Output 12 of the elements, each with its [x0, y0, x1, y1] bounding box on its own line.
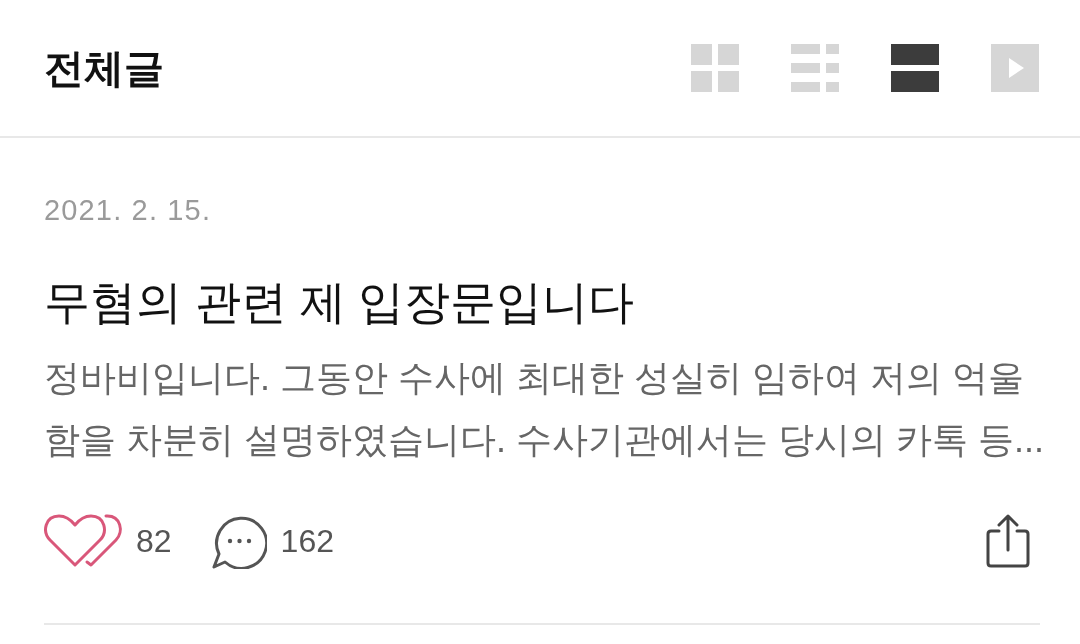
comment-button[interactable]: 162 [211, 513, 334, 569]
post-title[interactable]: 무혐의 관련 제 입장문입니다 [44, 279, 635, 325]
post-date: 2021. 2. 15. [44, 196, 212, 225]
grid-view-icon[interactable] [691, 44, 739, 92]
list-view-icon[interactable] [791, 44, 839, 92]
double-heart-icon [44, 513, 124, 569]
like-button[interactable]: 82 [44, 513, 172, 569]
page-title: 전체글 [44, 48, 164, 88]
share-icon[interactable] [986, 514, 1030, 568]
play-icon[interactable] [991, 44, 1039, 92]
post-excerpt: 정바비입니다. 그동안 수사에 최대한 성실히 임하여 저의 억울함을 차분히 설명하였습니다. 수사기관에서는 당시의 카톡 등... [44, 356, 1046, 462]
card-view-icon[interactable] [891, 44, 939, 92]
